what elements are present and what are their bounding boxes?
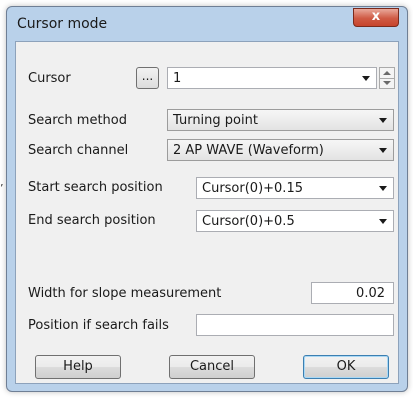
- end-search-position-label: End search position: [28, 213, 156, 228]
- search-channel-label: Search channel: [28, 143, 129, 158]
- end-search-position-select[interactable]: Cursor(0)+0.5: [196, 210, 394, 232]
- chevron-down-icon: [379, 219, 387, 224]
- search-method-label: Search method: [28, 113, 127, 128]
- close-button[interactable]: x: [353, 8, 399, 27]
- cursor-value: 1: [173, 71, 182, 86]
- end-search-position-value: Cursor(0)+0.5: [202, 214, 295, 229]
- cancel-button[interactable]: Cancel: [169, 355, 255, 379]
- cursor-label: Cursor: [28, 71, 71, 86]
- spin-up-icon[interactable]: [383, 71, 391, 75]
- position-if-fails-label: Position if search fails: [28, 318, 169, 333]
- cursor-spinner[interactable]: [379, 67, 395, 89]
- title-bar[interactable]: Cursor mode x: [7, 7, 407, 41]
- chevron-down-icon: [379, 148, 387, 153]
- search-method-select[interactable]: Turning point: [167, 109, 394, 131]
- cursor-browse-button[interactable]: ...: [136, 67, 159, 89]
- spinner-divider: [380, 78, 394, 79]
- start-search-position-select[interactable]: Cursor(0)+0.15: [196, 177, 394, 199]
- chevron-down-icon: [379, 186, 387, 191]
- position-if-fails-input[interactable]: [196, 314, 394, 336]
- start-search-position-label: Start search position: [28, 180, 163, 195]
- slope-width-value: 0.02: [356, 286, 385, 301]
- chevron-down-icon: [362, 76, 370, 81]
- chevron-down-icon: [379, 118, 387, 123]
- search-channel-value: 2 AP WAVE (Waveform): [173, 143, 324, 158]
- cursor-select[interactable]: 1: [167, 67, 377, 89]
- stray-mark: ’: [0, 182, 4, 195]
- close-icon: x: [371, 9, 381, 24]
- slope-width-label: Width for slope measurement: [28, 286, 222, 301]
- search-channel-select[interactable]: 2 AP WAVE (Waveform): [167, 139, 394, 161]
- dialog-body: Cursor ... 1 Search method Turning point…: [15, 41, 399, 384]
- ok-button[interactable]: OK: [303, 355, 389, 379]
- start-search-position-value: Cursor(0)+0.15: [202, 181, 303, 196]
- spin-down-icon[interactable]: [383, 81, 391, 85]
- cursor-mode-dialog: Cursor mode x Cursor ... 1 Search method…: [6, 6, 408, 392]
- help-button[interactable]: Help: [35, 355, 121, 379]
- search-method-value: Turning point: [173, 113, 258, 128]
- window-title: Cursor mode: [17, 16, 108, 32]
- slope-width-input[interactable]: 0.02: [311, 282, 394, 304]
